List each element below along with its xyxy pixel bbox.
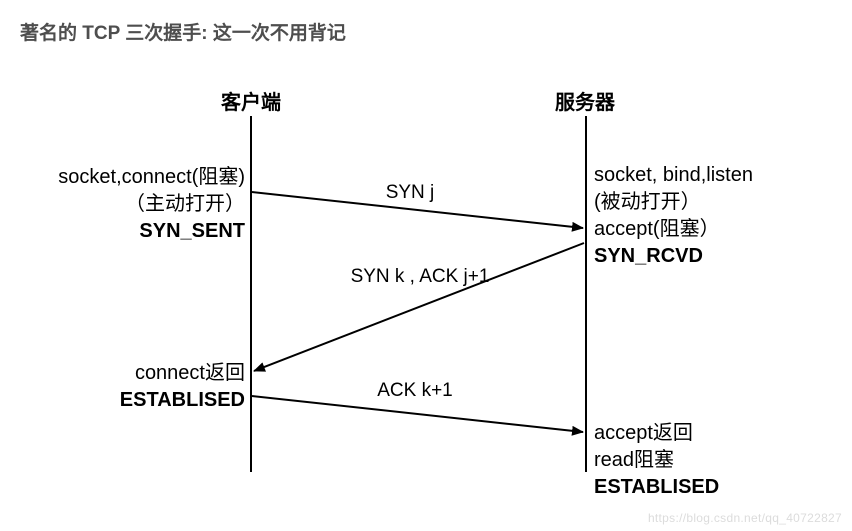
- server-step1-line3: accept(阻塞）: [594, 216, 824, 243]
- client-header: 客户端: [221, 86, 281, 115]
- client-step2-block: connect返回 ESTABLISED: [35, 360, 245, 414]
- client-step2-line1: connect返回: [35, 360, 245, 387]
- server-lifeline: [585, 116, 587, 472]
- tcp-handshake-diagram: 客户端 服务器 socket,connect(阻塞) （主动打开） SYN_SE…: [0, 58, 852, 531]
- watermark: https://blog.csdn.net/qq_40722827: [648, 511, 842, 525]
- server-step1-block: socket, bind,listen (被动打开） accept(阻塞） SY…: [594, 162, 824, 270]
- arrow-syn-k-ack: [254, 243, 584, 371]
- client-step1-block: socket,connect(阻塞) （主动打开） SYN_SENT: [35, 164, 245, 245]
- msg1-label: SYN j: [350, 182, 470, 204]
- client-step1-line2: （主动打开）: [35, 191, 245, 218]
- server-step2-line1: accept返回: [594, 420, 824, 447]
- client-step2-state: ESTABLISED: [35, 387, 245, 414]
- server-step2-line2: read阻塞: [594, 447, 824, 474]
- server-step1-line2: (被动打开）: [594, 189, 824, 216]
- client-step1-line1: socket,connect(阻塞): [35, 164, 245, 191]
- server-step2-state: ESTABLISED: [594, 474, 824, 501]
- client-lifeline: [250, 116, 252, 472]
- client-step1-state: SYN_SENT: [35, 218, 245, 245]
- server-step1-line1: socket, bind,listen: [594, 162, 824, 189]
- msg3-label: ACK k+1: [340, 380, 490, 402]
- server-step1-state: SYN_RCVD: [594, 243, 824, 270]
- server-step2-block: accept返回 read阻塞 ESTABLISED: [594, 420, 824, 501]
- msg2-label: SYN k , ACK j+1: [310, 266, 530, 288]
- page-title: 著名的 TCP 三次握手: 这一次不用背记: [20, 18, 346, 45]
- server-header: 服务器: [555, 86, 615, 115]
